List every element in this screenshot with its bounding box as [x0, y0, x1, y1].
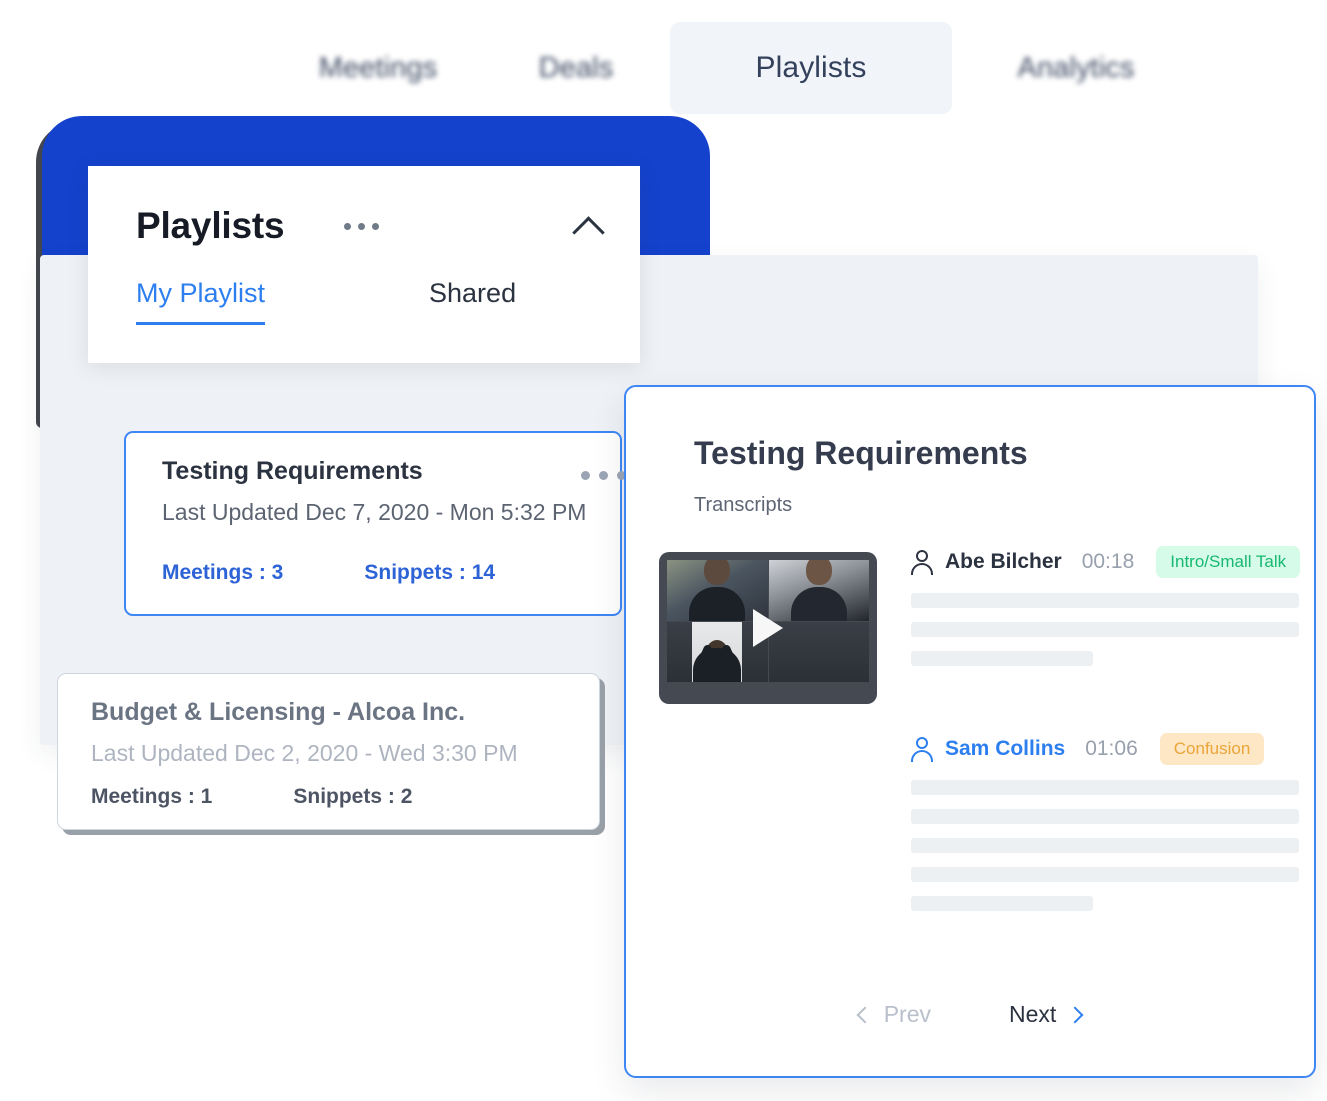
speaker-name[interactable]: Sam Collins — [945, 737, 1065, 761]
playlist-card-meetings-count: Meetings : 3 — [162, 561, 284, 584]
chevron-up-icon[interactable] — [572, 209, 606, 243]
playlist-card-title: Budget & Licensing - Alcoa Inc. — [91, 698, 466, 726]
transcript-panel-subtitle: Transcripts — [694, 494, 793, 516]
ellipsis-icon[interactable] — [344, 222, 380, 230]
page-title: Playlists — [136, 205, 285, 246]
playlist-card-stats: Meetings : 3 Snippets : 14 — [162, 561, 495, 585]
prev-label: Prev — [883, 1001, 931, 1027]
transcript-panel-title: Testing Requirements — [694, 435, 1028, 471]
video-tile-4 — [768, 621, 869, 682]
transcript-entry: Sam Collins 01:06 Confusion — [911, 732, 1299, 925]
playlist-card-snippets-count: Snippets : 2 — [293, 785, 413, 808]
playlist-card-last-updated: Last Updated Dec 7, 2020 - Mon 5:32 PM — [162, 499, 587, 525]
playlist-card-testing-requirements[interactable]: Testing Requirements Last Updated Dec 7,… — [124, 431, 626, 616]
topic-tag[interactable]: Intro/Small Talk — [1156, 546, 1301, 578]
playlist-card-budget-licensing[interactable]: Budget & Licensing - Alcoa Inc. Last Upd… — [57, 673, 600, 830]
next-label: Next — [1009, 1001, 1057, 1027]
transcript-text-placeholder — [911, 593, 1299, 666]
play-icon[interactable] — [753, 609, 783, 647]
playlist-card-ellipsis-icon[interactable] — [581, 471, 626, 480]
transcript-text-placeholder — [911, 780, 1299, 911]
video-thumbnail[interactable] — [659, 552, 877, 704]
app-screenshot: Meetings Deals Playlists Analytics Playl… — [0, 0, 1327, 1101]
transcript-pagination: Prev Next — [626, 1001, 1314, 1028]
timestamp: 00:18 — [1081, 550, 1135, 573]
tab-shared[interactable]: Shared — [429, 278, 516, 325]
nav-tab-meetings[interactable]: Meetings — [288, 22, 468, 114]
playlist-card-title: Testing Requirements — [162, 457, 423, 485]
playlist-card-snippets-count: Snippets : 14 — [364, 561, 496, 584]
transcript-entry-header: Abe Bilcher 00:18 Intro/Small Talk — [911, 545, 1301, 579]
top-navigation: Meetings Deals Playlists Analytics — [0, 0, 1327, 120]
video-tile-2 — [768, 560, 869, 621]
playlist-card-stats: Meetings : 1 Snippets : 2 — [91, 785, 412, 809]
user-icon — [911, 736, 933, 762]
chevron-left-icon — [856, 1006, 874, 1023]
prev-button[interactable]: Prev — [856, 1001, 931, 1028]
speaker-name[interactable]: Abe Bilcher — [945, 550, 1062, 574]
transcript-panel: Testing Requirements Transcripts Abe Bil… — [624, 385, 1316, 1078]
next-button[interactable]: Next — [1009, 1001, 1084, 1028]
nav-tab-analytics[interactable]: Analytics — [980, 22, 1172, 114]
topic-tag[interactable]: Confusion — [1159, 733, 1265, 765]
transcript-entry: Abe Bilcher 00:18 Intro/Small Talk — [911, 545, 1301, 680]
playlists-header-row: Playlists — [136, 200, 606, 252]
nav-tab-deals[interactable]: Deals — [500, 22, 652, 114]
user-icon — [911, 549, 933, 575]
playlist-card-meetings-count: Meetings : 1 — [91, 785, 213, 808]
timestamp: 01:06 — [1085, 737, 1138, 760]
transcript-entry-header: Sam Collins 01:06 Confusion — [911, 732, 1299, 766]
playlists-header-card: Playlists My Playlist Shared — [88, 166, 640, 363]
tab-my-playlist[interactable]: My Playlist — [136, 278, 266, 325]
playlist-card-last-updated: Last Updated Dec 2, 2020 - Wed 3:30 PM — [91, 740, 518, 766]
playlist-tabs: My Playlist Shared — [136, 278, 616, 325]
nav-tab-playlists[interactable]: Playlists — [670, 22, 952, 114]
chevron-right-icon — [1066, 1006, 1084, 1023]
